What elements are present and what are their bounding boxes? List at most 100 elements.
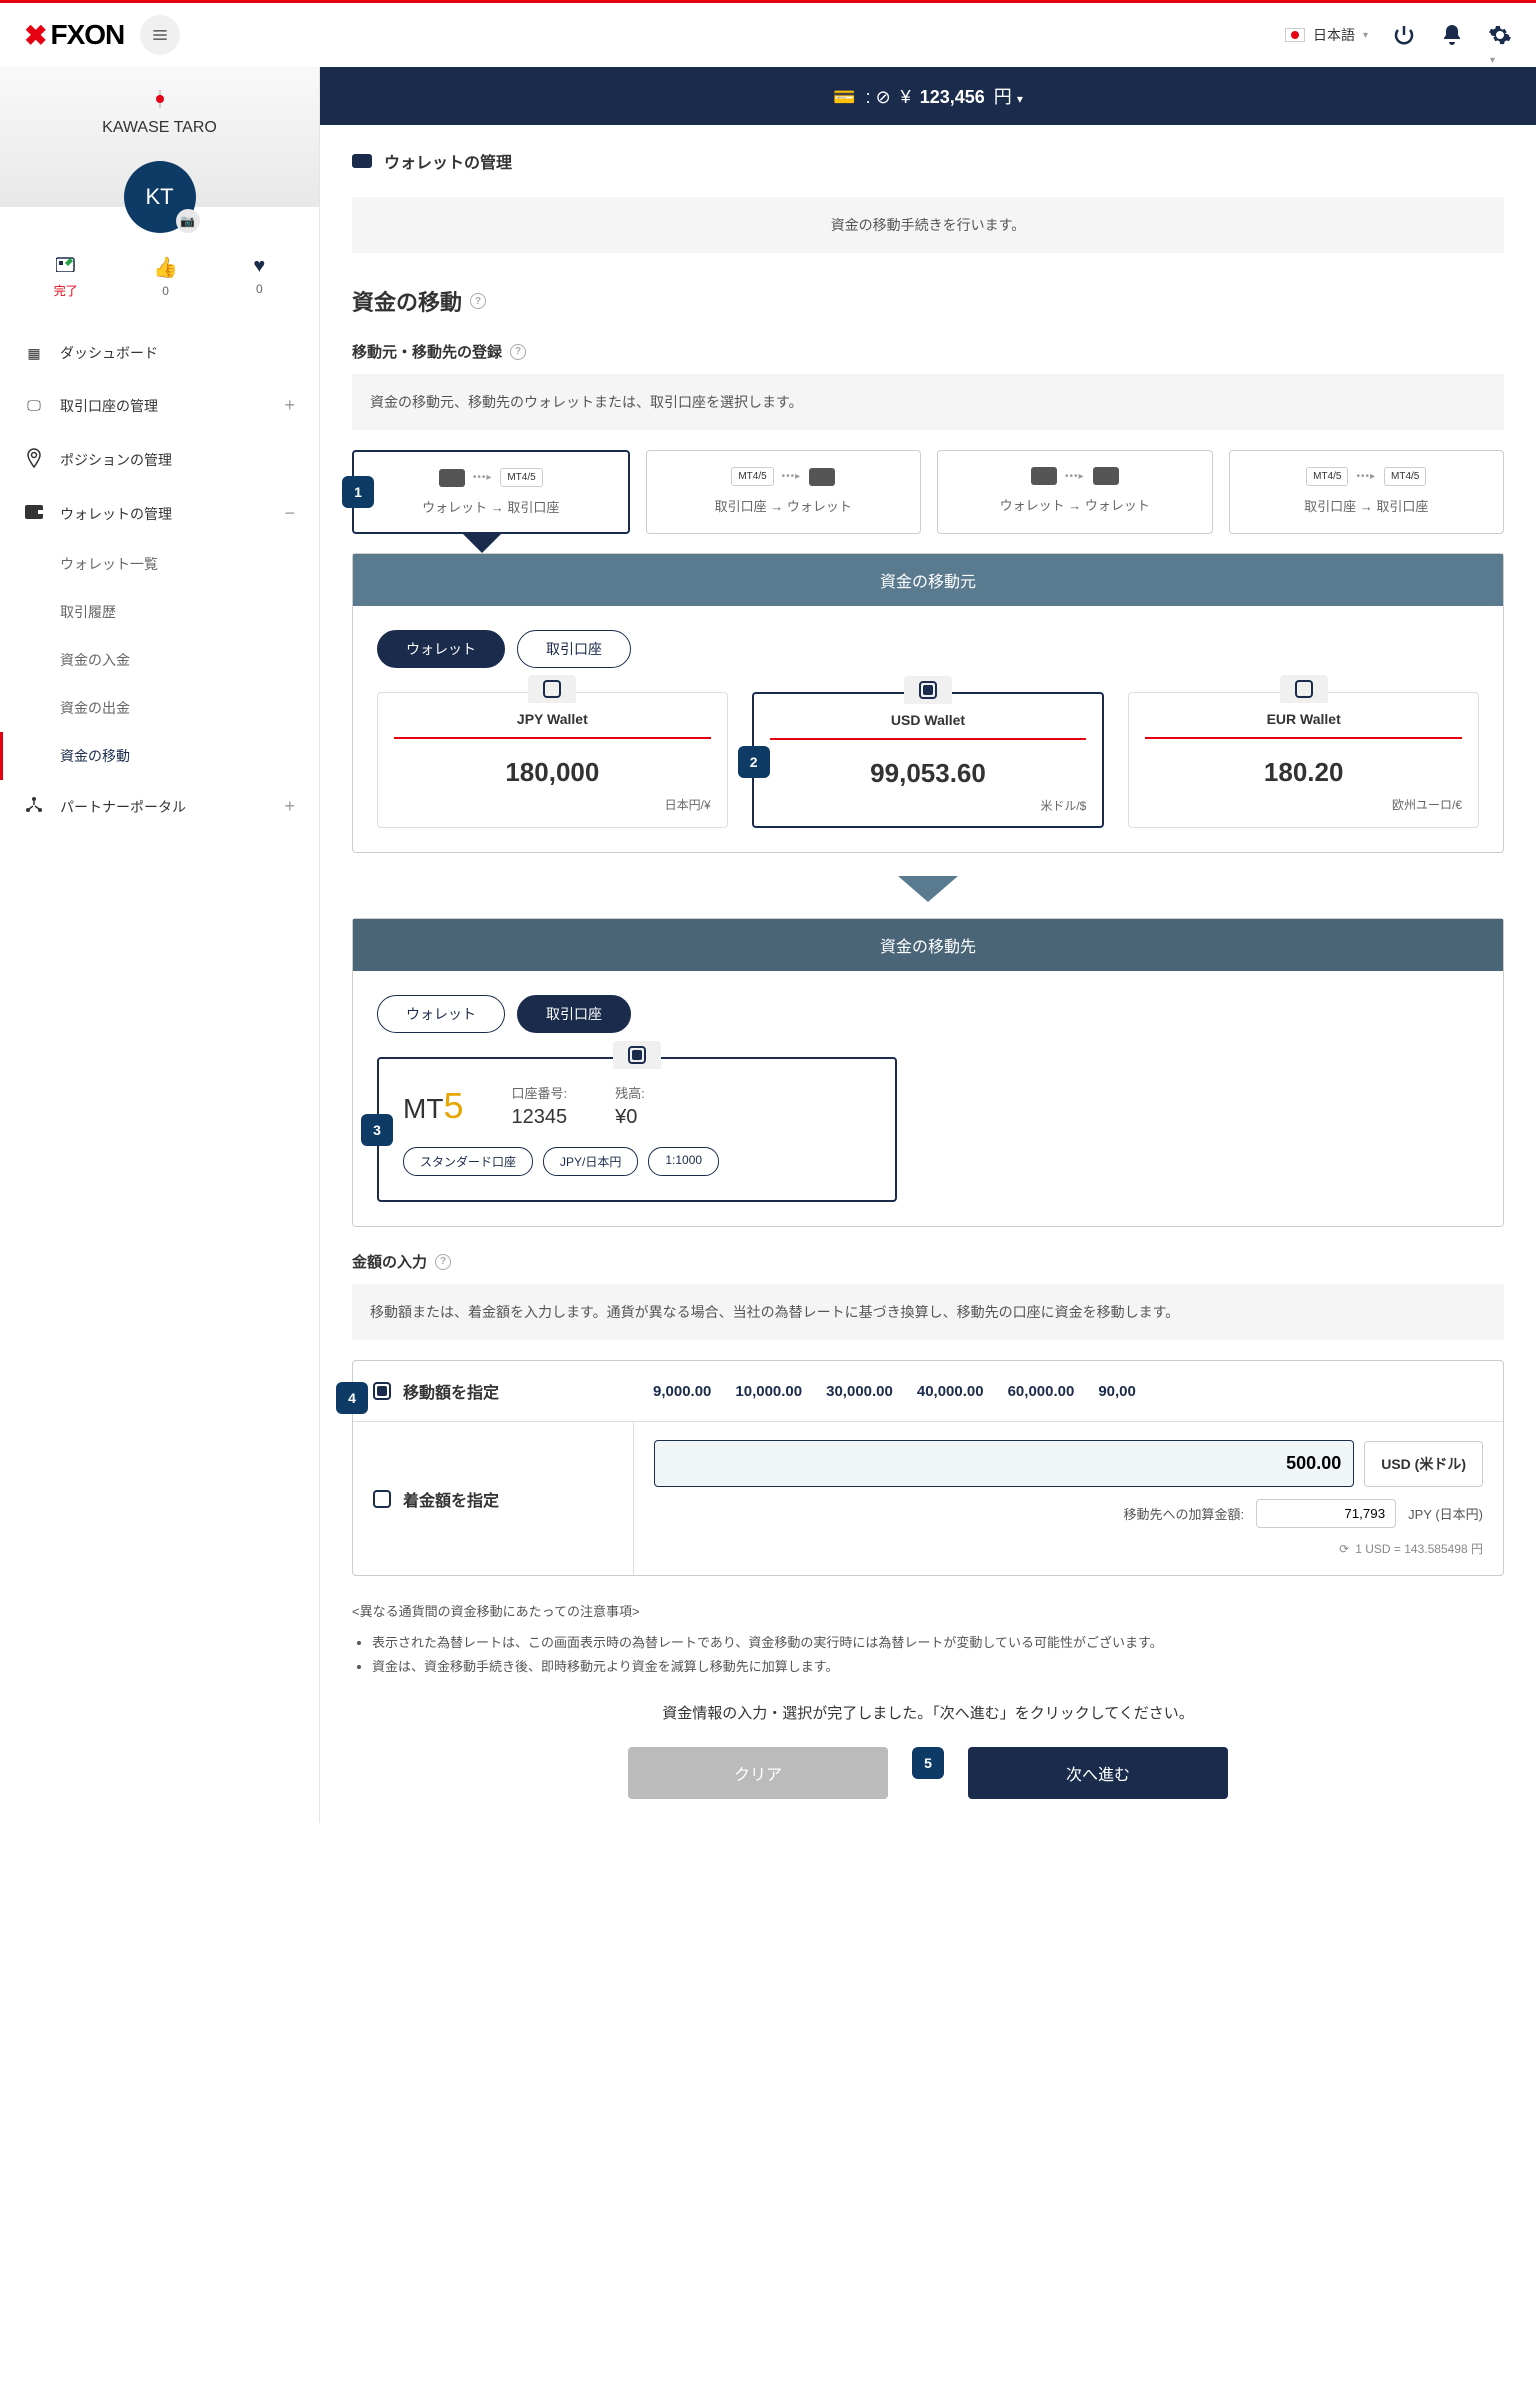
balance-bar[interactable]: 💳 : ⊘ ¥ 123,456 円 ▾ (320, 67, 1536, 125)
dest-pill-account[interactable]: 取引口座 (517, 995, 631, 1033)
help-icon[interactable]: ? (510, 344, 526, 360)
avatar[interactable]: KT 📷 (124, 161, 196, 233)
network-icon (24, 796, 44, 817)
pointer-down-icon (462, 533, 502, 553)
subnav-withdraw[interactable]: 資金の出金 (0, 684, 319, 732)
exchange-rate: 1 USD = 143.585498 円 (1355, 1540, 1483, 1557)
intro-box: 資金の移動手続きを行います。 (352, 197, 1504, 253)
flag-jp-icon (159, 90, 161, 108)
refresh-icon[interactable]: ⟳ (1339, 1542, 1349, 1556)
stat-like: 👍 0 (153, 255, 178, 299)
help-icon[interactable]: ? (435, 1254, 451, 1270)
dest-pill-wallet[interactable]: ウォレット (377, 995, 505, 1033)
subnav-deposit[interactable]: 資金の入金 (0, 636, 319, 684)
sidebar: KAWASE TARO KT 📷 完了 👍 0 ♥ 0 (0, 67, 320, 1823)
stat-done: 完了 (54, 255, 78, 299)
profile-name: KAWASE TARO (0, 119, 319, 137)
checkbox-icon (1295, 680, 1313, 698)
flag-jp-icon (1285, 28, 1305, 42)
preset-60000[interactable]: 60,000.00 (1008, 1383, 1075, 1400)
nav-accounts[interactable]: 🖵 取引口座の管理 + (0, 379, 319, 432)
account-card[interactable]: MT5 口座番号: 12345 残高: ¥0 (377, 1057, 897, 1202)
gear-icon[interactable]: ▾ (1488, 23, 1512, 47)
source-pill-wallet[interactable]: ウォレット (377, 630, 505, 668)
minus-icon: − (284, 503, 295, 524)
calc-unit: JPY (日本円) (1408, 1504, 1483, 1523)
power-icon[interactable] (1392, 23, 1416, 47)
header: ✖FXON 日本語 ▾ ▾ (0, 3, 1536, 67)
page-title: ウォレットの管理 (352, 149, 1504, 173)
nav-partner[interactable]: パートナーポータル + (0, 780, 319, 833)
checkbox-checked-icon (373, 1382, 391, 1400)
amount-option-transfer[interactable]: 移動額を指定 (353, 1361, 633, 1421)
checkbox-checked-icon (628, 1046, 646, 1064)
chevron-down-icon: ▾ (1017, 92, 1023, 106)
subnav-transfer[interactable]: 資金の移動 (0, 732, 319, 780)
subnav-history[interactable]: 取引履歴 (0, 588, 319, 636)
mt5-logo: MT5 (403, 1085, 463, 1127)
camera-icon[interactable]: 📷 (176, 209, 200, 233)
logo[interactable]: ✖FXON (24, 19, 124, 52)
clear-button[interactable]: クリア (628, 1747, 888, 1799)
wallet-icon (439, 469, 465, 487)
preset-9000[interactable]: 9,000.00 (653, 1383, 711, 1400)
nav-positions[interactable]: ポジションの管理 (0, 432, 319, 487)
bell-icon[interactable] (1440, 23, 1464, 47)
notes-section: <異なる通貨間の資金移動にあたっての注意事項> 表示された為替レートは、この画面… (352, 1600, 1504, 1678)
transfer-tab-account-to-account[interactable]: MT4/5 •••▸ MT4/5 取引口座 → 取引口座 (1229, 450, 1505, 534)
step-badge-1: 1 (342, 476, 374, 508)
transfer-tab-account-to-wallet[interactable]: MT4/5 •••▸ 取引口座 → ウォレット (646, 450, 922, 534)
wallet-icon (1031, 467, 1057, 485)
amount-panel: 移動額を指定 9,000.00 10,000.00 30,000.00 40,0… (352, 1360, 1504, 1576)
source-pill-account[interactable]: 取引口座 (517, 630, 631, 668)
registration-desc: 資金の移動元、移動先のウォレットまたは、取引口座を選択します。 (352, 374, 1504, 430)
amount-desc: 移動額または、着金額を入力します。通貨が異なる場合、当社の為替レートに基づき換算… (352, 1284, 1504, 1340)
step-badge-3: 3 (361, 1114, 393, 1146)
wallet-card-usd[interactable]: 2 USD Wallet 99,053.60 米ドル/$ (752, 692, 1105, 828)
stat-fav: ♥ 0 (253, 255, 265, 299)
heart-icon: ♥ (253, 255, 265, 278)
registration-title: 移動元・移動先の登録 ? (352, 341, 1504, 362)
step-badge-4: 4 (336, 1382, 368, 1414)
wallet-card-eur[interactable]: EUR Wallet 180.20 欧州ユーロ/€ (1128, 692, 1479, 828)
wallet-icon (809, 468, 835, 486)
preset-90000[interactable]: 90,00 (1098, 1383, 1136, 1400)
monitor-icon: 🖵 (24, 397, 44, 414)
subnav-wallet-list[interactable]: ウォレット一覧 (0, 540, 319, 588)
pin-icon (24, 448, 44, 471)
section-title: 資金の移動 ? (352, 285, 1504, 317)
preset-10000[interactable]: 10,000.00 (735, 1383, 802, 1400)
source-header: 資金の移動元 (353, 554, 1503, 606)
checkbox-checked-icon (919, 681, 937, 699)
wallet-icon (352, 154, 372, 168)
wallet-card-jpy[interactable]: JPY Wallet 180,000 日本円/¥ (377, 692, 728, 828)
currency-label: USD (米ドル) (1364, 1441, 1483, 1487)
step-badge-5: 5 (912, 1747, 944, 1779)
grid-icon: ▦ (24, 345, 44, 362)
amount-option-receive[interactable]: 着金額を指定 (353, 1422, 633, 1575)
preset-40000[interactable]: 40,000.00 (917, 1383, 984, 1400)
mt-icon: MT4/5 (500, 468, 542, 487)
transfer-tab-wallet-to-account[interactable]: 1 •••▸ MT4/5 ウォレット → 取引口座 (352, 450, 630, 534)
source-panel: 資金の移動元 ウォレット 取引口座 JPY Wallet 180,000 日本円… (352, 553, 1504, 853)
preset-30000[interactable]: 30,000.00 (826, 1383, 893, 1400)
thumbs-up-icon: 👍 (153, 255, 178, 280)
calc-output (1256, 1499, 1396, 1528)
language-selector[interactable]: 日本語 ▾ (1285, 25, 1368, 45)
help-icon[interactable]: ? (470, 293, 486, 309)
wallet-icon (24, 505, 44, 522)
chip-currency: JPY/日本円 (543, 1147, 638, 1176)
menu-toggle[interactable] (140, 15, 180, 55)
transfer-tab-wallet-to-wallet[interactable]: •••▸ ウォレット → ウォレット (937, 450, 1213, 534)
plus-icon: + (284, 796, 295, 817)
pointer-down-icon (898, 876, 958, 902)
final-message: 資金情報の入力・選択が完了しました。「次へ進む」をクリックしてください。 (352, 1702, 1504, 1723)
mt-icon: MT4/5 (1306, 467, 1348, 486)
mt-icon: MT4/5 (731, 467, 773, 486)
plus-icon: + (284, 395, 295, 416)
next-button[interactable]: 次へ進む (968, 1747, 1228, 1799)
nav-dashboard[interactable]: ▦ ダッシュボード (0, 327, 319, 379)
arrow-right-icon: •••▸ (782, 471, 802, 482)
amount-input[interactable] (654, 1440, 1354, 1487)
nav-wallet[interactable]: ウォレットの管理 − (0, 487, 319, 540)
